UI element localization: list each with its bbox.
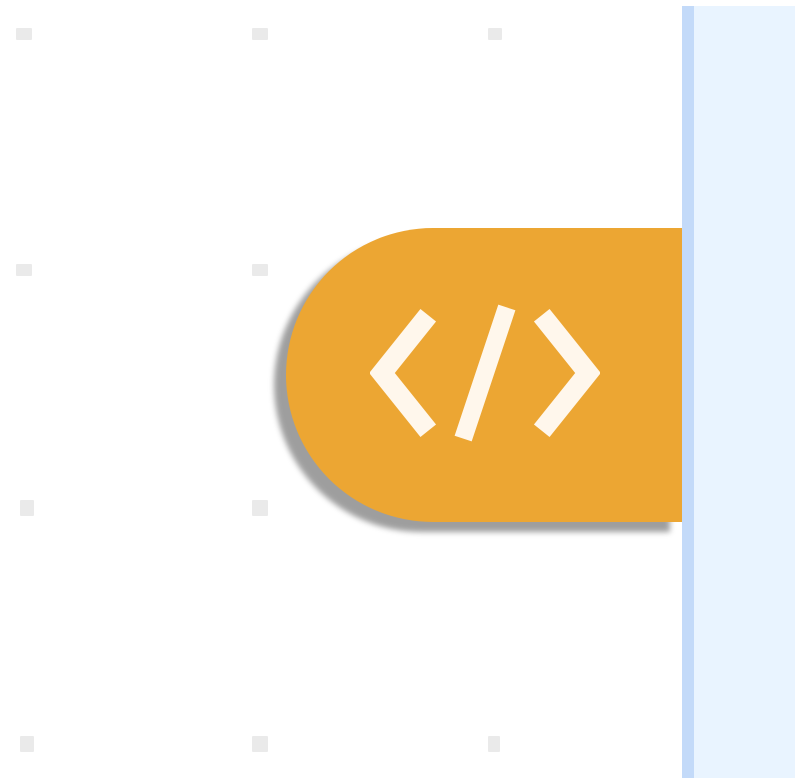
grid-dot	[20, 500, 34, 516]
code-icon	[370, 304, 600, 442]
code-block-label	[286, 228, 287, 229]
grid-dot	[488, 28, 502, 40]
grid-dot	[252, 264, 268, 276]
code-block[interactable]	[286, 228, 682, 522]
grid-dot	[252, 500, 268, 516]
grid-dot	[488, 736, 500, 752]
grid-dot	[252, 28, 268, 40]
grid-dot	[16, 28, 32, 40]
grid-dot	[16, 264, 32, 276]
side-panel	[694, 6, 795, 778]
workspace-viewport	[0, 0, 795, 778]
grid-dot	[252, 736, 268, 752]
panel-divider[interactable]	[682, 6, 694, 778]
block-canvas[interactable]	[0, 0, 682, 778]
grid-dot	[20, 736, 34, 752]
